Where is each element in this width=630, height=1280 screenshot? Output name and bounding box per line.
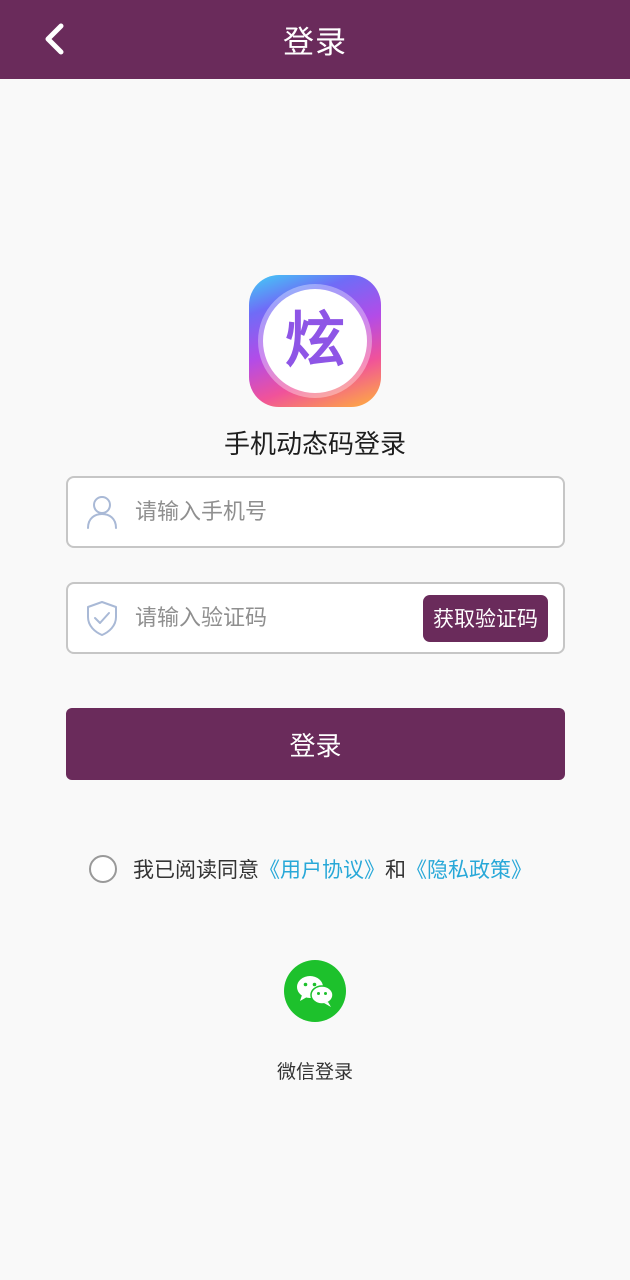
privacy-policy-link[interactable]: 《隐私政策》 [406, 854, 532, 884]
wechat-icon [297, 976, 334, 1007]
login-button[interactable]: 登录 [66, 708, 565, 780]
shield-check-icon [84, 599, 120, 637]
code-input[interactable] [135, 605, 423, 631]
phone-input[interactable] [135, 499, 563, 525]
get-code-button[interactable]: 获取验证码 [423, 594, 548, 642]
chevron-left-icon [45, 23, 64, 55]
app-logo: 炫 [249, 275, 381, 407]
top-bar: 登录 [0, 0, 630, 79]
app-logo-glyph: 炫 [285, 306, 345, 376]
user-icon [84, 493, 120, 531]
page-title: 登录 [283, 25, 347, 61]
agreement-conjunction: 和 [385, 858, 406, 882]
agreement-row: 我已阅读同意 《用户协议》 和 《隐私政策》 [89, 853, 532, 885]
user-agreement-link[interactable]: 《用户协议》 [259, 854, 385, 884]
agreement-checkbox[interactable] [89, 855, 117, 883]
back-button[interactable] [34, 18, 76, 60]
wechat-login-label: 微信登录 [276, 1061, 353, 1083]
login-subtitle: 手机动态码登录 [223, 430, 406, 460]
app-logo-inner: 炫 [263, 289, 367, 393]
agreement-prefix: 我已阅读同意 [133, 858, 259, 882]
phone-field [66, 476, 565, 548]
wechat-login-button[interactable] [284, 960, 346, 1022]
code-field: 获取验证码 [66, 582, 565, 654]
login-page: 登录 炫 手机动态码登录 获取验证码 登录 我已阅读同意 《用户协议》 [0, 0, 630, 1280]
